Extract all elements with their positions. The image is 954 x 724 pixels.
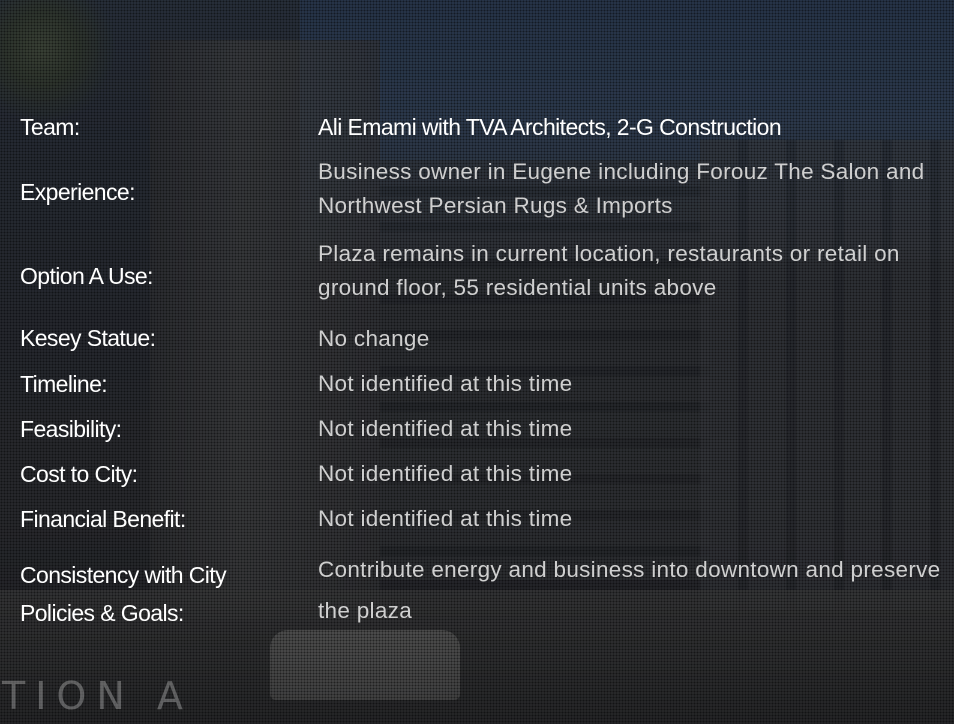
- rendering-caption-watermark: TION A: [2, 674, 193, 718]
- option-a-use-value: Plaza remains in current location, resta…: [318, 241, 900, 300]
- team-label: Team:: [20, 114, 80, 140]
- cost-to-city-value: Not identified at this time: [318, 461, 573, 486]
- team-value: Ali Emami with TVA Architects, 2-G Const…: [318, 114, 782, 140]
- timeline-label: Timeline:: [20, 371, 108, 397]
- consistency-value: Contribute energy and business into down…: [318, 557, 941, 623]
- experience-value: Business owner in Eugene including Forou…: [318, 159, 925, 218]
- kesey-statue-value: No change: [318, 326, 430, 351]
- timeline-value: Not identified at this time: [318, 371, 573, 396]
- option-a-use-label: Option A Use:: [20, 263, 153, 289]
- consistency-label: Consistency with City Policies & Goals:: [20, 562, 227, 626]
- feasibility-value: Not identified at this time: [318, 416, 573, 441]
- feasibility-label: Feasibility:: [20, 416, 122, 442]
- financial-benefit-value: Not identified at this time: [318, 506, 573, 531]
- experience-label: Experience:: [20, 179, 135, 205]
- slide: TION A Team: Ali Emami with TVA Architec…: [0, 0, 954, 724]
- cost-to-city-label: Cost to City:: [20, 461, 138, 487]
- financial-benefit-label: Financial Benefit:: [20, 506, 186, 532]
- kesey-statue-label: Kesey Statue:: [20, 325, 156, 351]
